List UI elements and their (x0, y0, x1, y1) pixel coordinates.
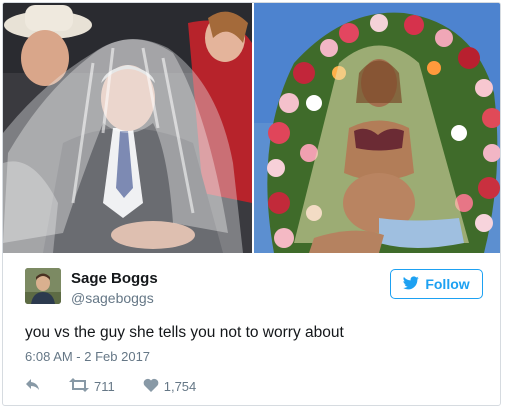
heart-icon (143, 378, 159, 395)
reply-button[interactable] (25, 378, 41, 395)
tweet-media[interactable] (3, 3, 500, 253)
author-name[interactable]: Sage Boggs (71, 270, 158, 287)
like-button[interactable]: 1,754 (143, 378, 197, 395)
tweet-actions: 711 1,754 (25, 377, 224, 395)
tweet-text: you vs the guy she tells you not to worr… (25, 324, 344, 341)
tweet-timestamp[interactable]: 6:08 AM - 2 Feb 2017 (25, 349, 150, 364)
follow-button[interactable]: Follow (390, 269, 483, 299)
tweet-header: Sage Boggs @sageboggs Follow (25, 268, 485, 308)
tweet-card: Sage Boggs @sageboggs Follow you vs the … (2, 2, 501, 406)
like-count: 1,754 (163, 378, 197, 394)
retweet-button[interactable]: 711 (69, 377, 115, 395)
retweet-count: 711 (94, 378, 115, 394)
photo-woman-with-flowers[interactable] (254, 3, 500, 253)
retweet-icon (69, 377, 89, 395)
avatar[interactable] (25, 268, 61, 304)
twitter-bird-icon (403, 275, 420, 293)
photo-man-in-poncho[interactable] (3, 3, 252, 253)
follow-label: Follow (425, 276, 470, 292)
reply-icon (25, 378, 41, 395)
author-handle[interactable]: @sageboggs (71, 290, 154, 306)
